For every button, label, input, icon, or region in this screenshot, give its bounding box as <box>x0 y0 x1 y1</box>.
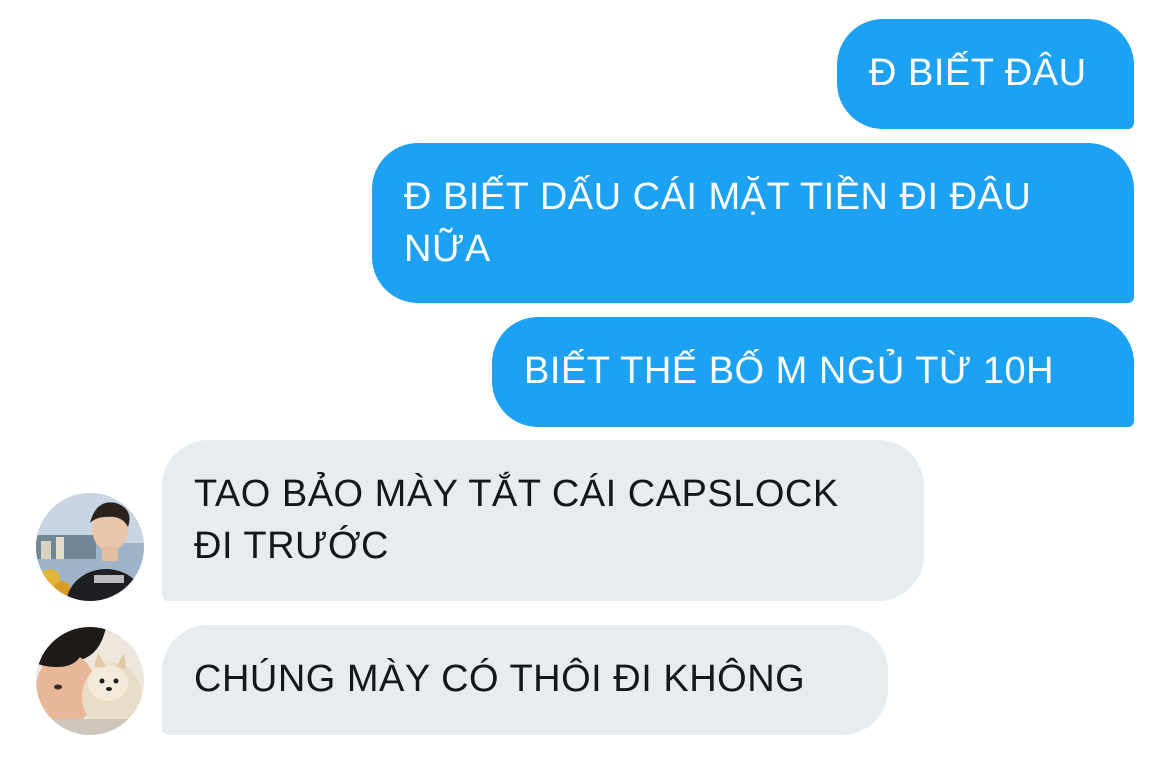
message-text: BIẾT THẾ BỐ M NGỦ TỪ 10H <box>524 350 1055 392</box>
sender-avatar[interactable] <box>36 493 144 601</box>
incoming-message-bubble[interactable]: CHÚNG MÀY CÓ THÔI ĐI KHÔNG <box>162 625 888 735</box>
sender-avatar[interactable] <box>36 627 144 735</box>
incoming-message-bubble[interactable]: TAO BẢO MÀY TẮT CÁI CAPSLOCK ĐI TRƯỚC <box>162 440 924 601</box>
message-text: CHÚNG MÀY CÓ THÔI ĐI KHÔNG <box>194 658 806 700</box>
message-text: Đ BIẾT DẤU CÁI MẶT TIỀN ĐI ĐÂU NỮA <box>404 176 1032 270</box>
outgoing-message-bubble[interactable]: Đ BIẾT ĐÂU <box>837 19 1134 129</box>
outgoing-message-bubble[interactable]: BIẾT THẾ BỐ M NGỦ TỪ 10H <box>492 317 1134 427</box>
outgoing-message-bubble[interactable]: Đ BIẾT DẤU CÁI MẶT TIỀN ĐI ĐÂU NỮA <box>372 143 1134 303</box>
message-text: Đ BIẾT ĐÂU <box>869 52 1087 94</box>
person-with-dog-photo-icon <box>36 627 144 735</box>
young-man-photo-icon <box>36 493 144 601</box>
message-text: TAO BẢO MÀY TẮT CÁI CAPSLOCK ĐI TRƯỚC <box>194 473 839 567</box>
